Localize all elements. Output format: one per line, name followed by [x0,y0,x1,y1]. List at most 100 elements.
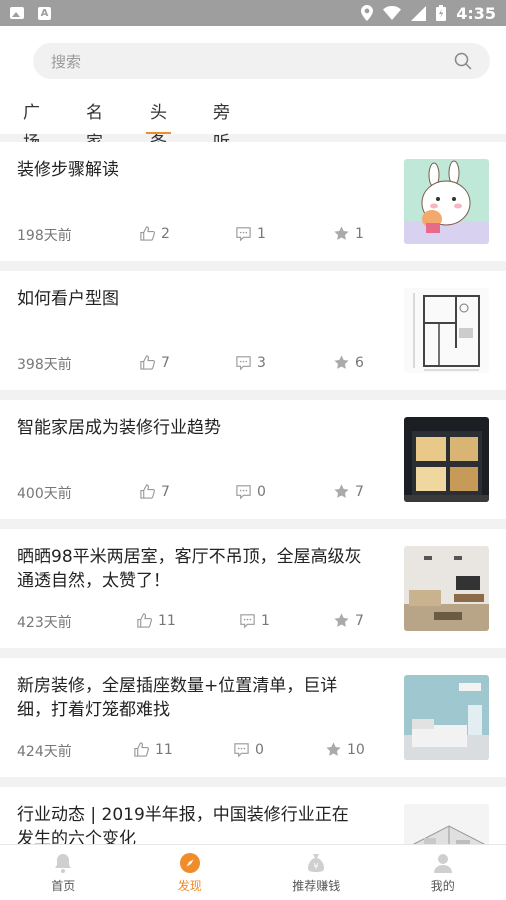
feed-item[interactable]: 晒晒98平米两居室，客厅不吊顶，全屋高级灰通透自然，太赞了！ 423天前 11 … [0,529,506,648]
bell-icon [55,853,72,873]
feed-item-title: 装修步骤解读 [17,160,119,180]
feed-item-time: 423天前 [17,615,72,631]
like-button[interactable]: 2 [139,225,170,242]
comment-button[interactable]: 0 [233,741,264,758]
nav-earn-label: 推荐赚钱 [292,878,341,893]
feed-item[interactable]: 智能家居成为装修行业趋势 400天前 7 0 7 [0,400,506,519]
like-count: 11 [155,741,173,758]
image-notification-icon [10,7,24,19]
star-icon [326,742,341,756]
feed-item-title: 新房装修，全屋插座数量+位置清单，巨详细，打着灯笼都难找 [17,676,338,720]
search-placeholder: 搜索 [51,52,82,71]
house-night-image [404,417,489,502]
feed-item-time: 198天前 [17,228,72,244]
like-count: 7 [161,354,170,371]
comment-button[interactable]: 1 [235,225,266,242]
comment-button[interactable]: 1 [239,612,270,629]
comment-icon [240,614,255,629]
feed-item-meta: 423天前 11 1 7 [17,612,377,632]
feed-item[interactable]: 新房装修，全屋插座数量+位置清单，巨详细，打着灯笼都难找 424天前 11 0 … [0,658,506,777]
like-count: 7 [161,483,170,500]
feed-item-meta: 398天前 7 3 6 [17,354,377,374]
like-button[interactable]: 11 [136,612,176,629]
feed-item-thumbnail [404,675,489,760]
favorite-button[interactable]: 1 [333,225,364,242]
bedroom-image [404,675,489,760]
nav-me-label: 我的 [430,878,455,893]
comment-icon [234,743,249,758]
feed-item-meta: 198天前 2 1 1 [17,225,377,245]
like-button[interactable]: 7 [139,483,170,500]
like-count: 2 [161,225,170,242]
star-count: 1 [355,225,364,242]
star-count: 7 [355,612,364,629]
comment-count: 1 [261,612,270,629]
feed-item[interactable]: 如何看户型图 398天前 7 3 6 [0,271,506,390]
location-icon [361,5,374,21]
favorite-button[interactable]: 7 [333,612,364,629]
thumbs-up-icon [137,613,153,628]
nav-home-label: 首页 [51,878,76,893]
bottom-nav: 首页 发现 ¥ 推荐赚钱 我的 [0,844,506,900]
feed-item-time: 424天前 [17,744,72,760]
comment-button[interactable]: 3 [235,354,266,371]
comment-count: 0 [257,483,266,500]
thumbs-up-icon [140,226,156,241]
feed-item-thumbnail [404,546,489,631]
compass-icon [179,852,200,873]
tab-masters[interactable]: 名家 [86,98,103,153]
money-bag-icon: ¥ [308,853,325,872]
favorite-button[interactable]: 6 [333,354,364,371]
search-input[interactable]: 搜索 [33,43,490,79]
feed-item-title: 晒晒98平米两居室，客厅不吊顶，全屋高级灰通透自然，太赞了！ [17,547,362,591]
comment-count: 0 [255,741,264,758]
like-button[interactable]: 7 [139,354,170,371]
nav-me[interactable]: 我的 [380,845,506,900]
feed-item-thumbnail [404,159,489,244]
floor-plan-image [404,288,489,373]
tab-headlines[interactable]: 头条 [146,98,171,153]
feed-item-title: 如何看户型图 [17,289,119,309]
feed-item-meta: 424天前 11 0 10 [17,741,377,761]
signal-icon [411,5,427,21]
nav-home[interactable]: 首页 [0,845,127,900]
svg-text:¥: ¥ [314,862,319,871]
star-count: 10 [347,741,365,758]
comment-icon [236,227,251,242]
tab-listen[interactable]: 旁听 [213,98,230,153]
star-icon [334,355,349,369]
tab-plaza[interactable]: 广场 [23,98,40,153]
app-notification-icon: A [38,6,51,20]
star-count: 7 [355,483,364,500]
bunny-cartoon-image [404,159,489,244]
thumbs-up-icon [134,742,150,757]
person-icon [433,853,452,873]
battery-icon [436,5,447,21]
favorite-button[interactable]: 10 [325,741,365,758]
nav-earn[interactable]: ¥ 推荐赚钱 [253,845,380,900]
star-count: 6 [355,354,364,371]
feed-item-time: 398天前 [17,357,72,373]
thumbs-up-icon [140,484,156,499]
favorite-button[interactable]: 7 [333,483,364,500]
thumbs-up-icon [140,355,156,370]
comment-icon [236,356,251,371]
status-time: 4:35 [456,3,496,23]
nav-discover-label: 发现 [177,878,202,893]
status-bar: A 4:35 [0,0,506,26]
top-bar: 搜索 广场 名家 头条 旁听 [0,26,506,153]
living-room-image [404,546,489,631]
comment-icon [236,485,251,500]
nav-discover[interactable]: 发现 [127,845,254,900]
like-count: 11 [158,612,176,629]
star-icon [334,226,349,240]
star-icon [334,613,349,627]
search-icon[interactable] [454,52,472,70]
feed-item[interactable]: 装修步骤解读 198天前 2 1 1 [0,142,506,261]
star-icon [334,484,349,498]
comment-button[interactable]: 0 [235,483,266,500]
like-button[interactable]: 11 [133,741,173,758]
feed-item-thumbnail [404,417,489,502]
wifi-icon [383,6,402,20]
feed-item-thumbnail [404,288,489,373]
